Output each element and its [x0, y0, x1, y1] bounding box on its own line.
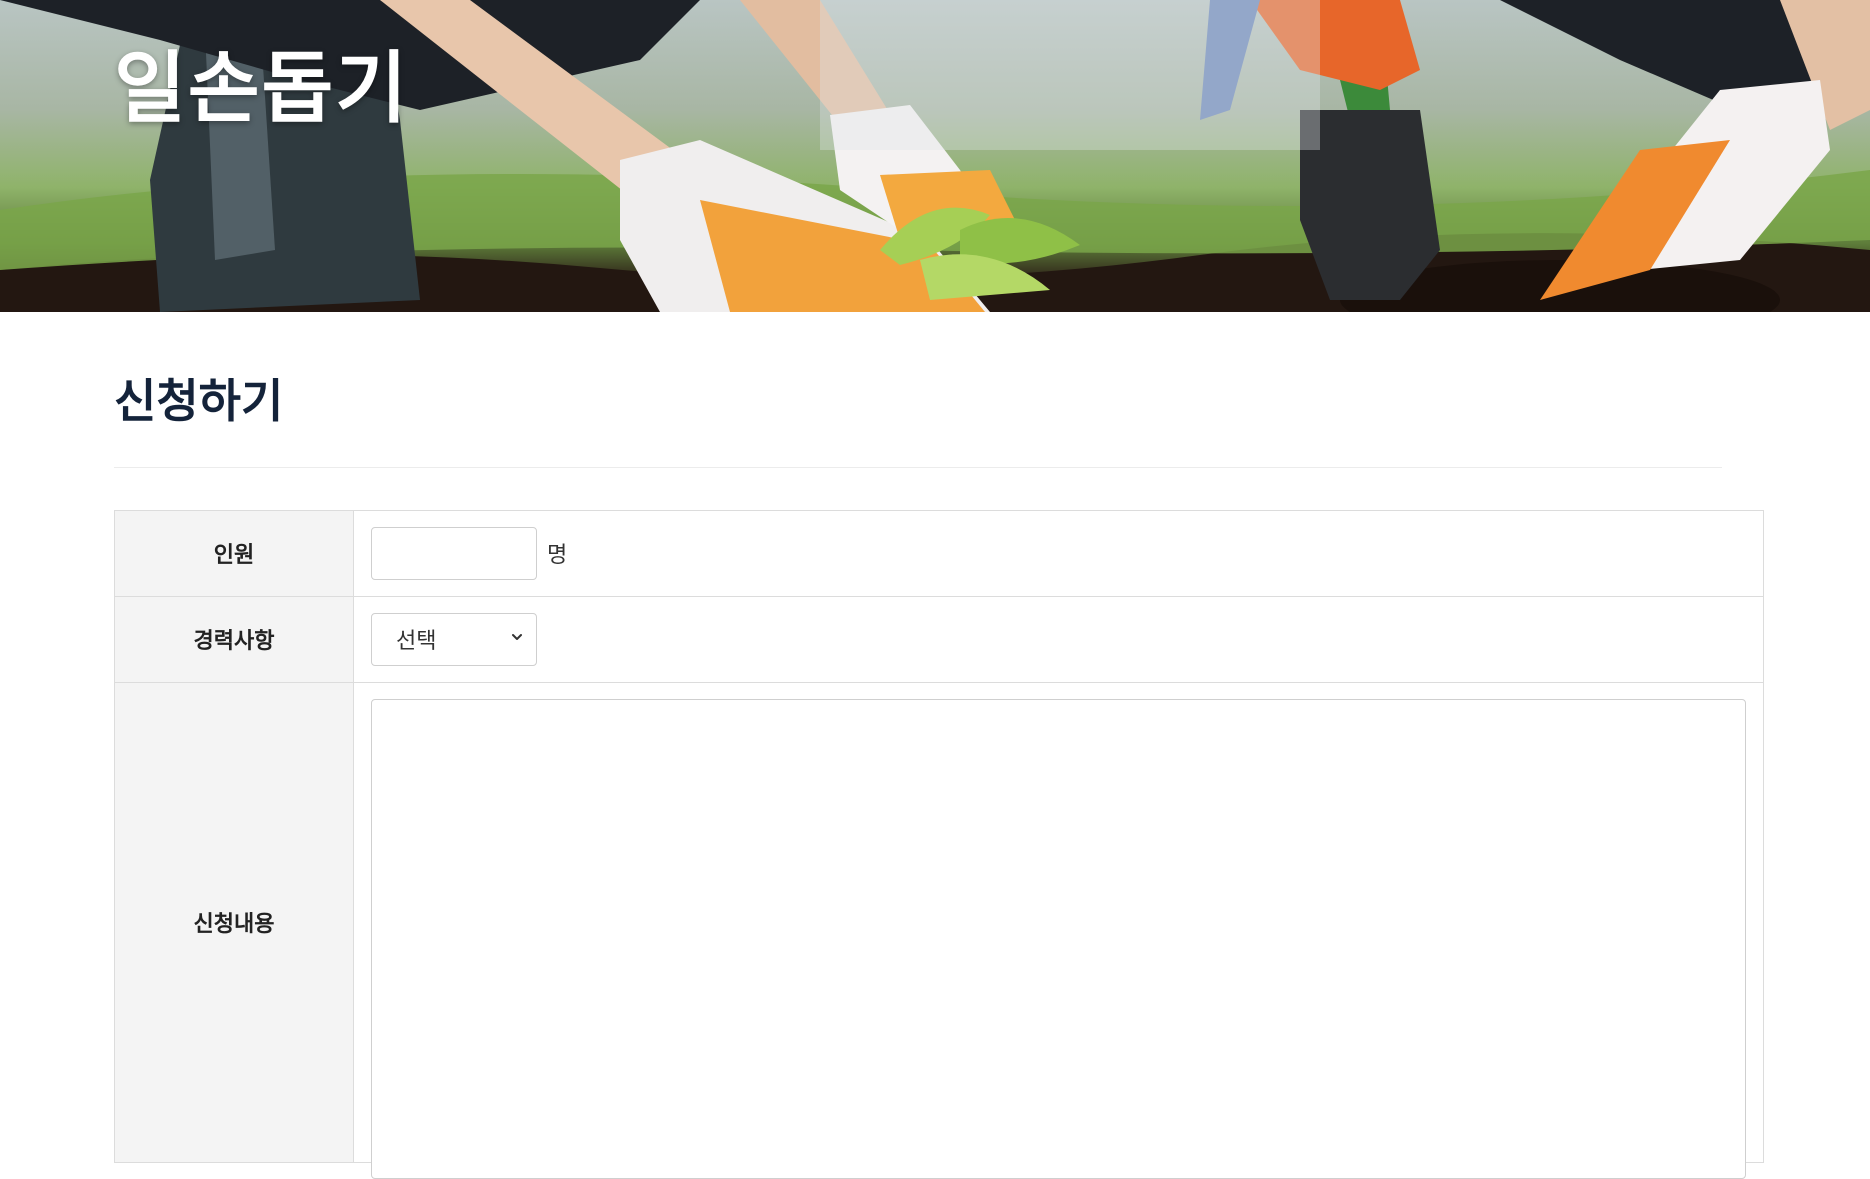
form-row-content: 신청내용 — [115, 682, 1763, 1179]
page-title: 신청하기 — [114, 374, 284, 428]
hero-banner: 일손돕기 — [0, 0, 1870, 312]
career-select-value: 선택 — [396, 629, 437, 655]
content-textarea[interactable] — [371, 698, 1746, 1179]
content-value-cell — [354, 682, 1763, 1179]
count-unit: 명 — [547, 543, 568, 569]
hero-title: 일손돕기 — [114, 44, 410, 134]
career-label: 경력사항 — [115, 596, 354, 682]
main-content: 신청하기 인원 명 경력사항 선택 신청내용 — [114, 312, 1764, 1179]
form-row-career: 경력사항 선택 — [115, 596, 1763, 683]
count-value-cell: 명 — [354, 510, 1763, 596]
content-label: 신청내용 — [115, 682, 354, 1162]
divider — [114, 466, 1722, 468]
chevron-down-icon — [512, 634, 522, 641]
count-label: 인원 — [115, 510, 354, 596]
count-input[interactable] — [371, 526, 537, 580]
application-form: 인원 명 경력사항 선택 신청내용 — [114, 509, 1764, 1179]
form-row-count: 인원 명 — [115, 510, 1763, 597]
career-select[interactable]: 선택 — [371, 612, 537, 666]
career-value-cell: 선택 — [354, 596, 1763, 682]
